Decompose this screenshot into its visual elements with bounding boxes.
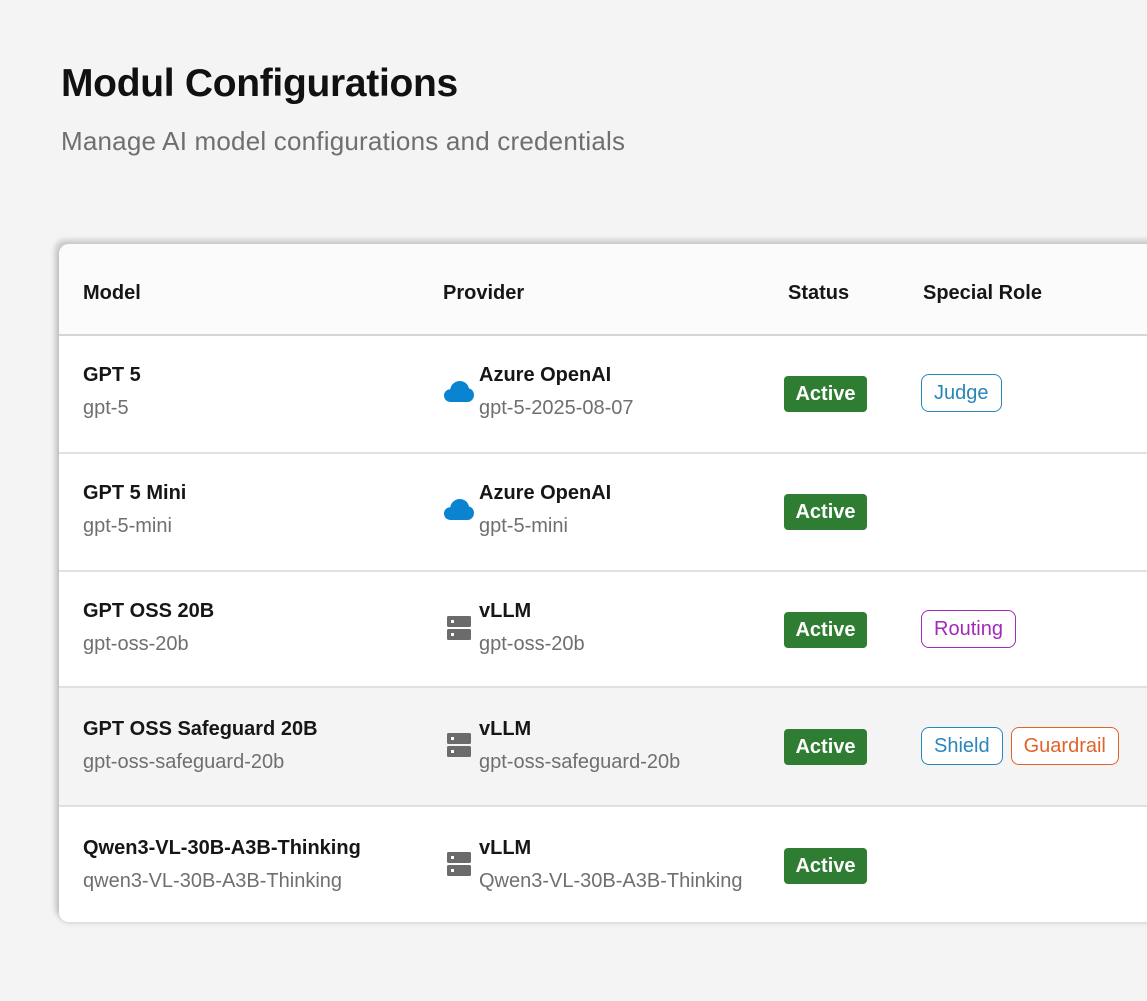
model-id: gpt-oss-20b	[83, 633, 189, 655]
model-config-table: Model Provider Status Special Role GPT 5…	[59, 244, 1147, 922]
model-name: Qwen3-VL-30B-A3B-Thinking	[83, 837, 361, 859]
server-icon	[443, 614, 475, 642]
column-header-status[interactable]: Status	[788, 282, 849, 305]
model-cell: GPT 5 gpt-5	[83, 364, 141, 420]
server-icon	[443, 850, 475, 878]
special-role-cell: Routing	[921, 610, 1016, 648]
provider-name: Azure OpenAI	[479, 364, 612, 386]
deployment-name: gpt-5-mini	[479, 515, 568, 537]
model-name: GPT 5 Mini	[83, 482, 187, 504]
status-badge: Active	[784, 729, 867, 765]
provider-cell: Azure OpenAI gpt-5-mini	[479, 482, 611, 538]
column-header-model[interactable]: Model	[83, 282, 141, 305]
provider-cell: vLLM Qwen3-VL-30B-A3B-Thinking	[479, 837, 742, 893]
model-name: GPT 5	[83, 364, 141, 386]
role-tag-judge: Judge	[921, 374, 1002, 412]
deployment-name: gpt-oss-safeguard-20b	[479, 751, 681, 773]
page-subtitle: Manage AI model configurations and crede…	[61, 126, 626, 156]
status-badge: Active	[784, 376, 867, 412]
status-badge: Active	[784, 494, 867, 530]
cloud-icon	[443, 378, 475, 406]
page-title: Modul Configurations	[61, 62, 458, 105]
provider-cell: vLLM gpt-oss-20b	[479, 600, 585, 656]
cloud-icon	[443, 496, 475, 524]
provider-name: vLLM	[479, 600, 532, 622]
provider-name: vLLM	[479, 718, 532, 740]
role-tag-routing: Routing	[921, 610, 1016, 648]
provider-cell: vLLM gpt-oss-safeguard-20b	[479, 718, 680, 774]
status-badge: Active	[784, 848, 867, 884]
special-role-cell: Judge	[921, 374, 1002, 412]
model-name: GPT OSS Safeguard 20B	[83, 718, 318, 740]
server-icon	[443, 731, 475, 759]
deployment-name: Qwen3-VL-30B-A3B-Thinking	[479, 870, 743, 892]
model-id: gpt-oss-safeguard-20b	[83, 751, 285, 773]
table-body: GPT 5 gpt-5 Azure OpenAI gpt-5-2025-08-07 Ac…	[59, 336, 1147, 922]
table-row[interactable]: GPT 5 Mini gpt-5-mini Azure OpenAI gpt-5-mi…	[59, 454, 1147, 572]
model-id: gpt-5	[83, 397, 129, 419]
table-header: Model Provider Status Special Role	[59, 244, 1147, 336]
role-tag-guardrail: Guardrail	[1010, 727, 1119, 765]
role-tag-shield: Shield	[921, 727, 1003, 765]
provider-cell: Azure OpenAI gpt-5-2025-08-07	[479, 364, 634, 420]
table-row[interactable]: GPT OSS Safeguard 20B gpt-oss-safeguard-2…	[59, 688, 1147, 807]
status-badge: Active	[784, 612, 867, 648]
table-row[interactable]: Qwen3-VL-30B-A3B-Thinking qwen3-VL-30B-A3…	[59, 807, 1147, 922]
column-header-special-role[interactable]: Special Role	[923, 282, 1042, 305]
model-cell: GPT 5 Mini gpt-5-mini	[83, 482, 186, 538]
table-row[interactable]: GPT OSS 20B gpt-oss-20b vLLM gpt-oss-20b Act…	[59, 572, 1147, 688]
model-cell: GPT OSS 20B gpt-oss-20b	[83, 600, 214, 656]
special-role-cell: Shield Guardrail	[921, 727, 1119, 765]
deployment-name: gpt-oss-20b	[479, 633, 585, 655]
model-id: gpt-5-mini	[83, 515, 172, 537]
table-row[interactable]: GPT 5 gpt-5 Azure OpenAI gpt-5-2025-08-07 Ac…	[59, 336, 1147, 454]
column-header-provider[interactable]: Provider	[443, 282, 524, 305]
model-cell: GPT OSS Safeguard 20B gpt-oss-safeguard-2…	[83, 718, 318, 774]
deployment-name: gpt-5-2025-08-07	[479, 397, 634, 419]
provider-name: vLLM	[479, 837, 532, 859]
page-header: Modul Configurations Manage AI model con…	[61, 62, 625, 157]
model-id: qwen3-VL-30B-A3B-Thinking	[83, 870, 343, 892]
provider-name: Azure OpenAI	[479, 482, 612, 504]
model-name: GPT OSS 20B	[83, 600, 215, 622]
model-cell: Qwen3-VL-30B-A3B-Thinking qwen3-VL-30B-A3…	[83, 837, 361, 893]
